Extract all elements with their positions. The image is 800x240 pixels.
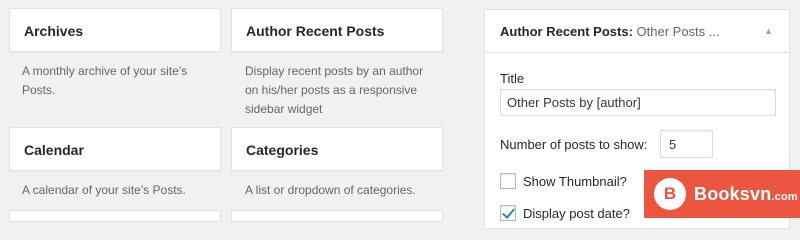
panel-header[interactable]: Author Recent Posts: Other Posts ... ▲ bbox=[485, 10, 789, 53]
widget-author-recent-posts[interactable]: Author Recent Posts bbox=[231, 8, 443, 52]
widget-archives[interactable]: Archives bbox=[9, 8, 221, 52]
watermark-text: Booksvn.com bbox=[694, 183, 798, 204]
booksvn-logo-icon: B bbox=[654, 178, 686, 210]
display-post-date-checkbox[interactable] bbox=[500, 205, 516, 221]
widget-author-recent-posts-description: Display recent posts by an author on his… bbox=[245, 64, 424, 116]
title-label: Title bbox=[500, 71, 525, 86]
show-thumbnail-row[interactable]: Show Thumbnail? bbox=[500, 172, 627, 190]
widget-categories-description: A list or dropdown of categories. bbox=[245, 183, 416, 197]
widget-archives-description: A monthly archive of your site’s Posts. bbox=[22, 64, 188, 97]
number-of-posts-input[interactable] bbox=[660, 130, 713, 158]
widget-calendar[interactable]: Calendar bbox=[9, 127, 221, 171]
title-input[interactable] bbox=[500, 89, 776, 116]
display-post-date-row[interactable]: Display post date? bbox=[500, 204, 630, 222]
show-thumbnail-label: Show Thumbnail? bbox=[523, 173, 627, 189]
number-of-posts-label: Number of posts to show: bbox=[500, 137, 648, 152]
panel-subtitle: Other Posts ... bbox=[636, 24, 720, 39]
panel-title: Author Recent Posts: bbox=[500, 24, 633, 39]
widget-next-partial-2[interactable] bbox=[231, 210, 443, 222]
display-post-date-label: Display post date? bbox=[523, 205, 630, 221]
widget-calendar-description: A calendar of your site’s Posts. bbox=[22, 183, 186, 197]
booksvn-watermark: B Booksvn.com bbox=[644, 170, 800, 218]
widget-categories[interactable]: Categories bbox=[231, 127, 443, 171]
widget-next-partial[interactable] bbox=[9, 210, 221, 222]
collapse-arrow-icon[interactable]: ▲ bbox=[764, 10, 773, 53]
show-thumbnail-checkbox[interactable] bbox=[500, 173, 516, 189]
